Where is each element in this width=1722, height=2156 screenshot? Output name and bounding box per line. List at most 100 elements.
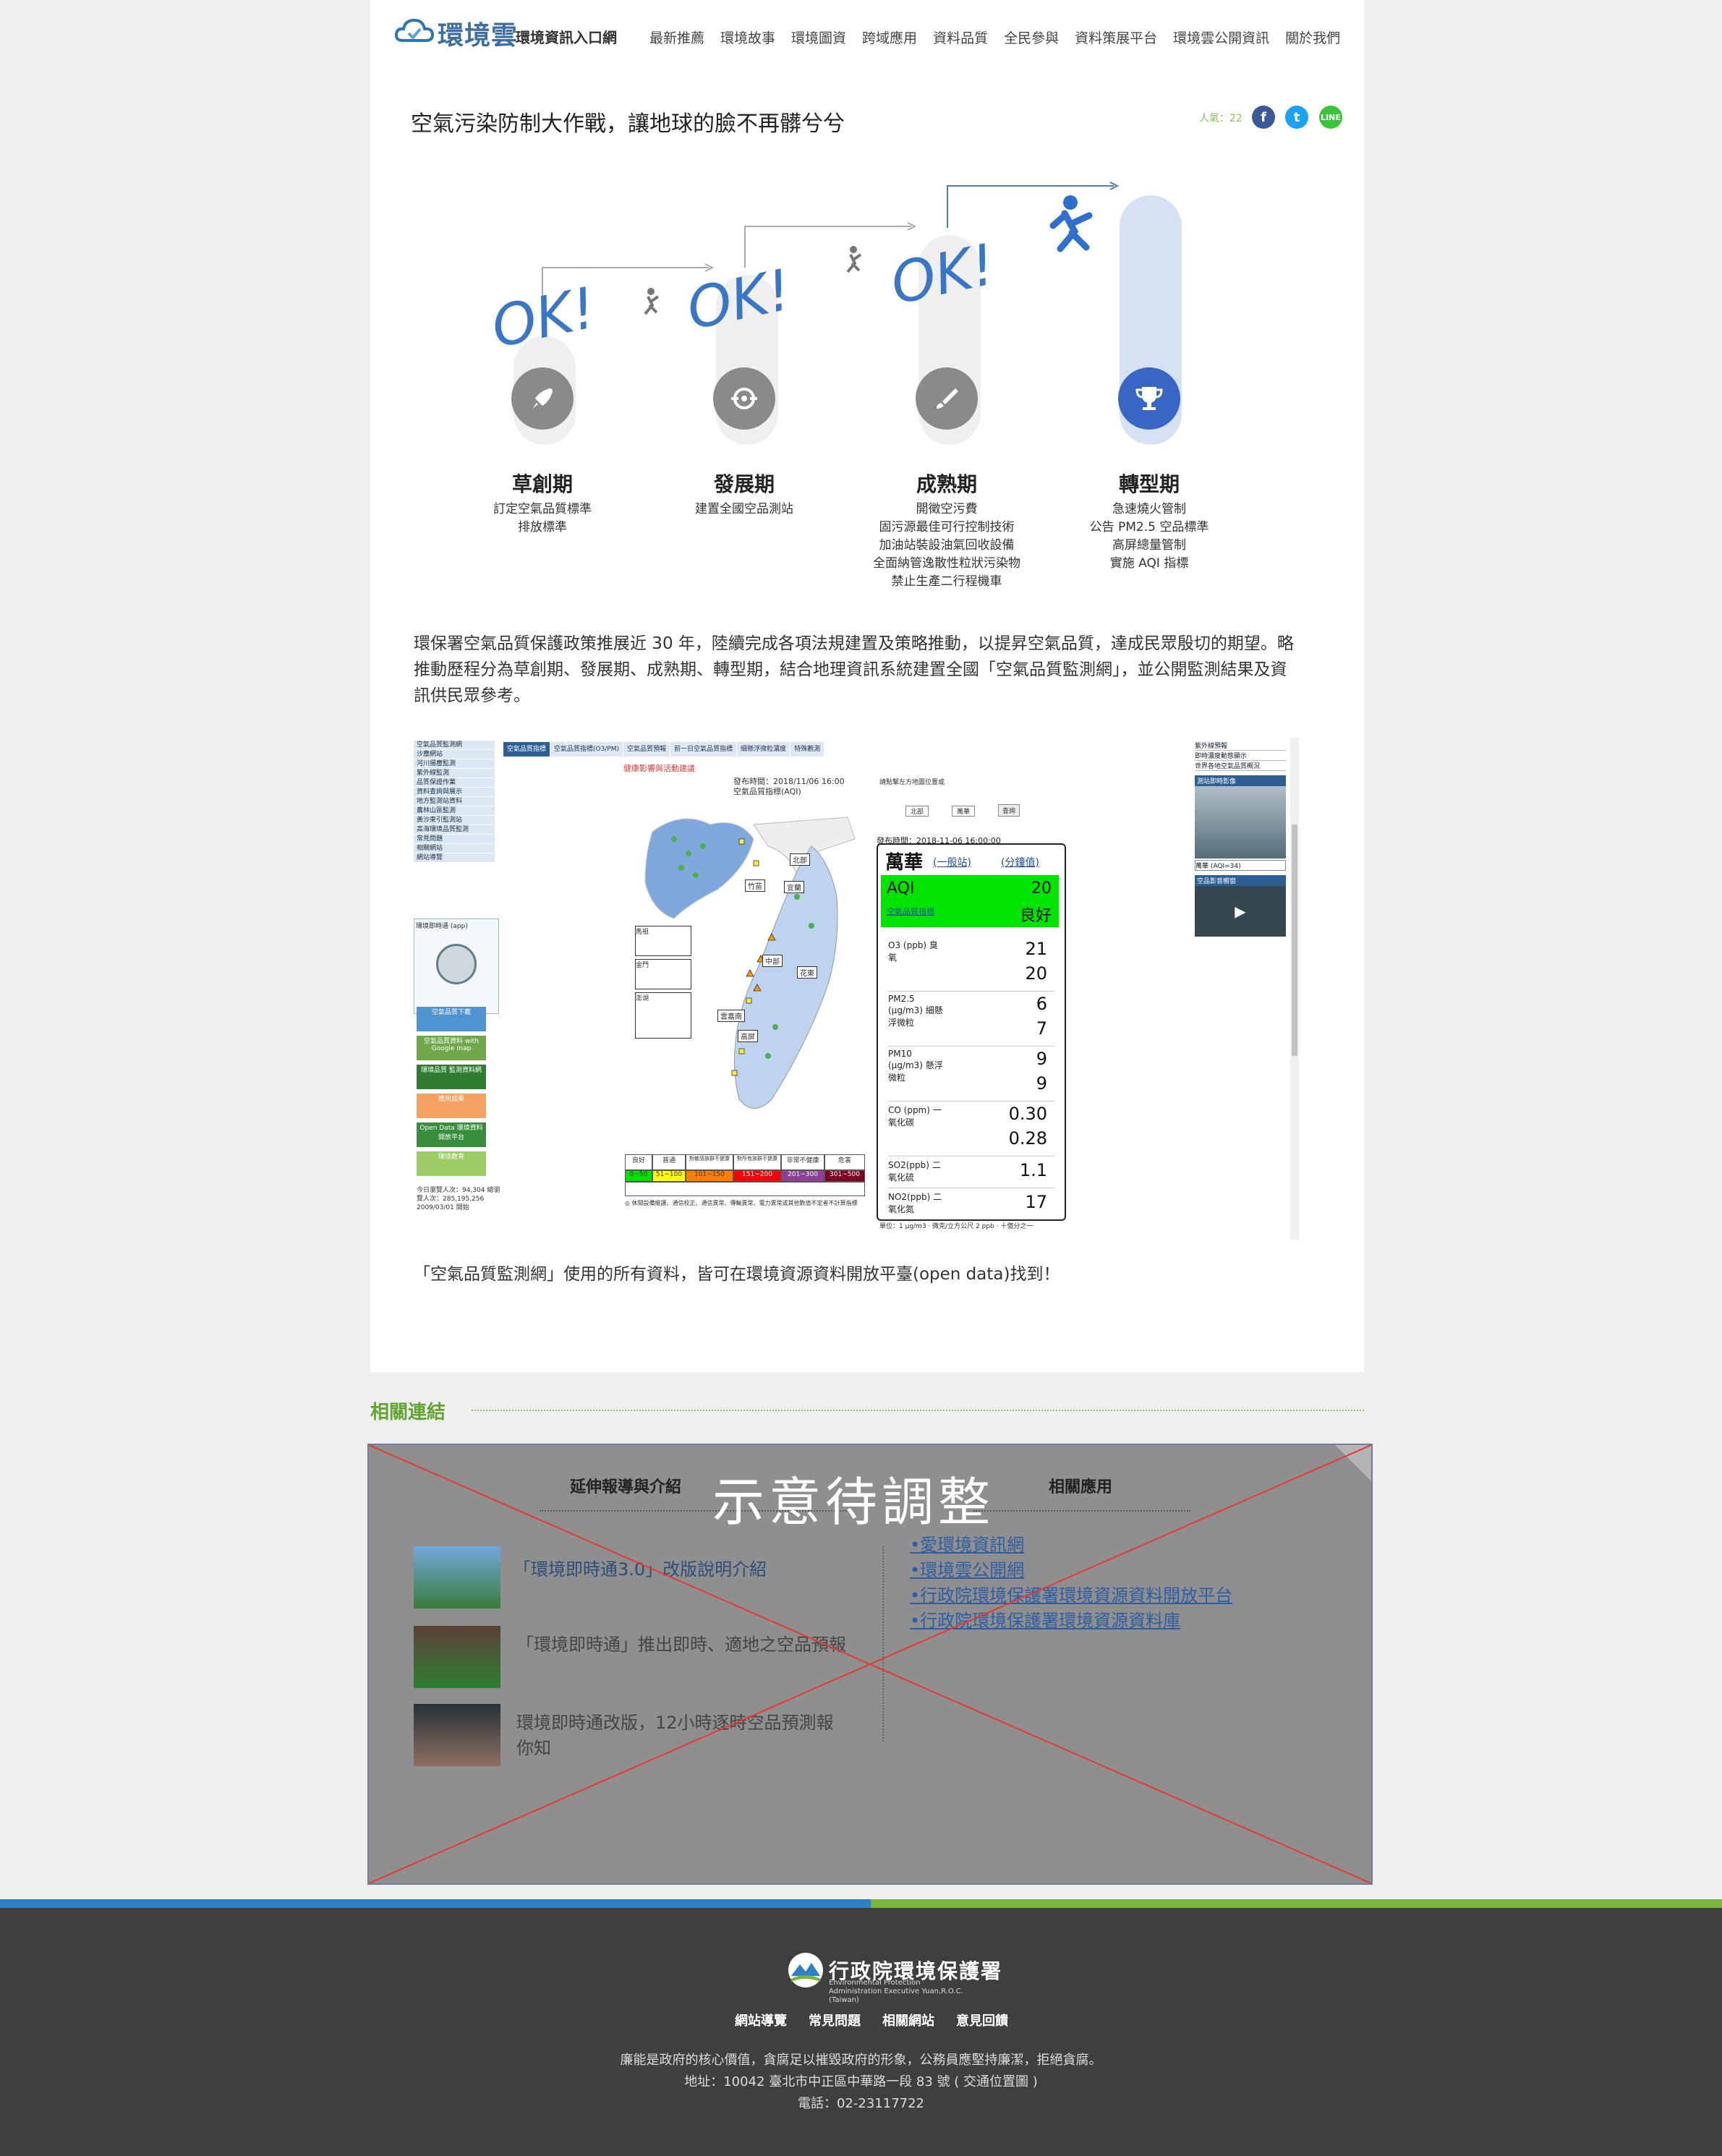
minute-value-link[interactable]: (分鐘值) bbox=[1001, 855, 1039, 869]
banner-download[interactable]: 空氣品質下載 bbox=[417, 1007, 486, 1031]
twitter-share-icon[interactable]: t bbox=[1285, 106, 1308, 129]
pollutant-name: CO (ppm) 一氧化碳 bbox=[888, 1105, 942, 1128]
right-link[interactable]: 世界各地空氣品質概況 bbox=[1195, 761, 1286, 771]
nav-curation[interactable]: 資料策展平台 bbox=[1075, 27, 1157, 47]
nav-about[interactable]: 關於我們 bbox=[1285, 27, 1340, 47]
region-label[interactable]: 中部 bbox=[762, 955, 783, 967]
footer-link-sitemap[interactable]: 網站導覽 bbox=[735, 2011, 787, 2029]
left-menu-item[interactable]: 高海環境品質監測 bbox=[414, 825, 495, 835]
left-menu-item[interactable]: 農林山區監測 bbox=[414, 806, 495, 816]
footer-link-feedback[interactable]: 意見回饋 bbox=[956, 2011, 1008, 2029]
left-menu-item[interactable]: 相關網站 bbox=[414, 844, 495, 853]
nav-data-quality[interactable]: 資料品質 bbox=[933, 27, 988, 47]
phase-item: 急速燒火管制 bbox=[1112, 502, 1186, 516]
banner-open-data[interactable]: Open Data 環境資料開放平台 bbox=[417, 1122, 486, 1147]
logo-subtitle[interactable]: 環境資訊入口網 bbox=[516, 26, 617, 47]
footer-link-faq[interactable]: 常見問題 bbox=[809, 2011, 861, 2029]
aqi-value: 20 bbox=[1031, 879, 1052, 898]
tab-yesterday[interactable]: 前一日空氣品質指標 bbox=[670, 742, 738, 757]
right-section-title: 測站即時影像 bbox=[1195, 775, 1286, 786]
nav-maps[interactable]: 環境圖資 bbox=[791, 27, 846, 47]
pollutant-value: 17 bbox=[1025, 1192, 1047, 1212]
banner-results[interactable]: 應用成果 bbox=[417, 1094, 486, 1118]
facebook-share-icon[interactable]: f bbox=[1252, 106, 1275, 129]
pollutant-name: PM2.5 (μg/m3) 細懸浮微粒 bbox=[888, 994, 943, 1028]
video-play-icon[interactable]: ▶ bbox=[1195, 886, 1286, 937]
app-promo[interactable]: 環境即時通 (app) bbox=[414, 919, 499, 1014]
main-nav: 最新推薦 環境故事 環境圖資 跨域應用 資料品質 全民參與 資料策展平台 環境雲… bbox=[649, 27, 1356, 47]
index-label: 空氣品質指標(AQI) bbox=[733, 787, 801, 796]
tab-pm25[interactable]: 細懸浮微粒濃度 bbox=[737, 742, 791, 757]
phase-items-1: 訂定空氣品質標準 排放標準 bbox=[448, 500, 636, 537]
pollutant-value: 1.1 bbox=[1019, 1160, 1047, 1180]
legend-range: 51~100 bbox=[652, 1170, 686, 1182]
phase-title-3: 成熟期 bbox=[916, 472, 977, 496]
query-button[interactable]: 查詢 bbox=[998, 804, 1020, 817]
health-note-link[interactable]: 健康影響與活動建議 bbox=[623, 762, 695, 774]
phase-title-1: 草創期 bbox=[511, 472, 573, 496]
region-label[interactable]: 竹苗 bbox=[745, 879, 765, 892]
banner-google-map[interactable]: 空氣品質資料 with Google map bbox=[417, 1036, 486, 1060]
region-label[interactable]: 花東 bbox=[797, 966, 817, 979]
region-label[interactable]: 北部 bbox=[790, 853, 810, 866]
inset-penghu[interactable]: 澎湖 bbox=[635, 992, 691, 1039]
region-label[interactable]: 宜蘭 bbox=[784, 881, 804, 893]
aqi-legend: 良好 普通 對敏感族群不健康 對所有族群不健康 非常不健康 危害 0~50 51… bbox=[625, 1154, 872, 1196]
nav-stories[interactable]: 環境故事 bbox=[720, 27, 775, 47]
logo-text[interactable]: 環境雲 bbox=[438, 14, 518, 52]
popularity-count: 人氣：22 bbox=[1199, 113, 1243, 124]
left-menu-item[interactable]: 空氣品質監測網 bbox=[414, 741, 495, 750]
pollutant-value: 9 bbox=[1036, 1049, 1047, 1069]
nav-latest[interactable]: 最新推薦 bbox=[649, 27, 704, 47]
region-label[interactable]: 高屏 bbox=[738, 1030, 758, 1042]
right-link[interactable]: 即時濃度動態顯示 bbox=[1195, 751, 1286, 761]
pollutant-value: 9 bbox=[1036, 1073, 1047, 1094]
select-hint: 請點擊左方地圖位置或 bbox=[879, 779, 945, 786]
pollutant-value: 0.28 bbox=[1008, 1128, 1047, 1149]
region-label[interactable]: 雲嘉南 bbox=[717, 1010, 745, 1022]
phase-title-2: 發展期 bbox=[713, 472, 775, 496]
scrollbar[interactable] bbox=[1290, 738, 1299, 1240]
left-menu-item[interactable]: 地方監測站資料 bbox=[414, 797, 495, 806]
left-menu-item[interactable]: 品質保證作業 bbox=[414, 778, 495, 788]
left-menu-item[interactable]: 網站導覽 bbox=[414, 853, 495, 863]
brush-icon bbox=[916, 367, 978, 430]
pollutant-name: NO2(ppb) 二氧化氮 bbox=[888, 1192, 942, 1214]
tab-forecast[interactable]: 空氣品質預報 bbox=[623, 742, 671, 757]
runner-icon-small-2 bbox=[846, 246, 862, 273]
right-link[interactable]: 紫外線預報 bbox=[1195, 741, 1286, 751]
tab-aqi[interactable]: 空氣品質指標 bbox=[503, 742, 551, 757]
nav-public-info[interactable]: 環境雲公開資訊 bbox=[1173, 27, 1269, 47]
legend-range: 201~300 bbox=[781, 1170, 824, 1182]
phase-item: 排放標準 bbox=[518, 520, 567, 534]
tab-aqi-o3pm[interactable]: 空氣品質指標(O3/PM) bbox=[550, 742, 624, 757]
left-menu-item[interactable]: 沙塵網站 bbox=[414, 750, 495, 759]
epa-logo-icon[interactable] bbox=[787, 1951, 824, 1989]
left-menu-item[interactable]: 黃沙東引監測站 bbox=[414, 816, 495, 825]
station-camera-image[interactable] bbox=[1195, 786, 1286, 858]
aqi-website-screenshot: 空氣品質監測網 沙塵網站 河川揚塵監測 紫外線監測 品質保證作業 資料查詢與展示… bbox=[414, 738, 1300, 1240]
cloud-logo-icon[interactable] bbox=[394, 16, 435, 45]
nav-participation[interactable]: 全民參與 bbox=[1004, 27, 1059, 47]
camera-select[interactable]: 萬華 (AQI=34) bbox=[1195, 860, 1286, 871]
banner-monitoring[interactable]: 環境品質 監測資料網 bbox=[417, 1065, 486, 1089]
region-select[interactable]: 北部 bbox=[905, 806, 929, 817]
left-menu-item[interactable]: 河川揚塵監測 bbox=[414, 759, 495, 769]
inset-kinmen[interactable]: 金門 bbox=[635, 959, 691, 989]
nav-cross-domain[interactable]: 跨域應用 bbox=[862, 27, 917, 47]
scrollbar-thumb[interactable] bbox=[1292, 825, 1297, 1056]
tab-special[interactable]: 特殊觀測 bbox=[790, 742, 825, 757]
aqi-sub-link[interactable]: 空氣品質指標 bbox=[887, 906, 934, 917]
legend-note: ◎ 休閒設備維護、通信校正、通信異常、傳輸異常、電力異常或其他數值不定者不計算指… bbox=[625, 1200, 858, 1206]
left-menu-item[interactable]: 紫外線監測 bbox=[414, 769, 495, 778]
line-share-icon[interactable]: LINE bbox=[1319, 106, 1342, 129]
left-menu-item[interactable]: 資料查詢與展示 bbox=[414, 788, 495, 797]
footer-address: 地址：10042 臺北市中正區中華路一段 83 號 ( 交通位置圖 ) bbox=[684, 2074, 1038, 2089]
station-type-link[interactable]: (一般站) bbox=[933, 855, 971, 869]
station-select[interactable]: 萬華 bbox=[952, 806, 976, 817]
inset-matsu[interactable]: 馬祖 bbox=[635, 926, 691, 956]
left-menu-item[interactable]: 常見問題 bbox=[414, 835, 495, 844]
footer-link-related[interactable]: 相關網站 bbox=[882, 2011, 934, 2029]
banner-education[interactable]: 環境教育 bbox=[417, 1151, 486, 1176]
aqi-label: AQI bbox=[887, 879, 915, 898]
